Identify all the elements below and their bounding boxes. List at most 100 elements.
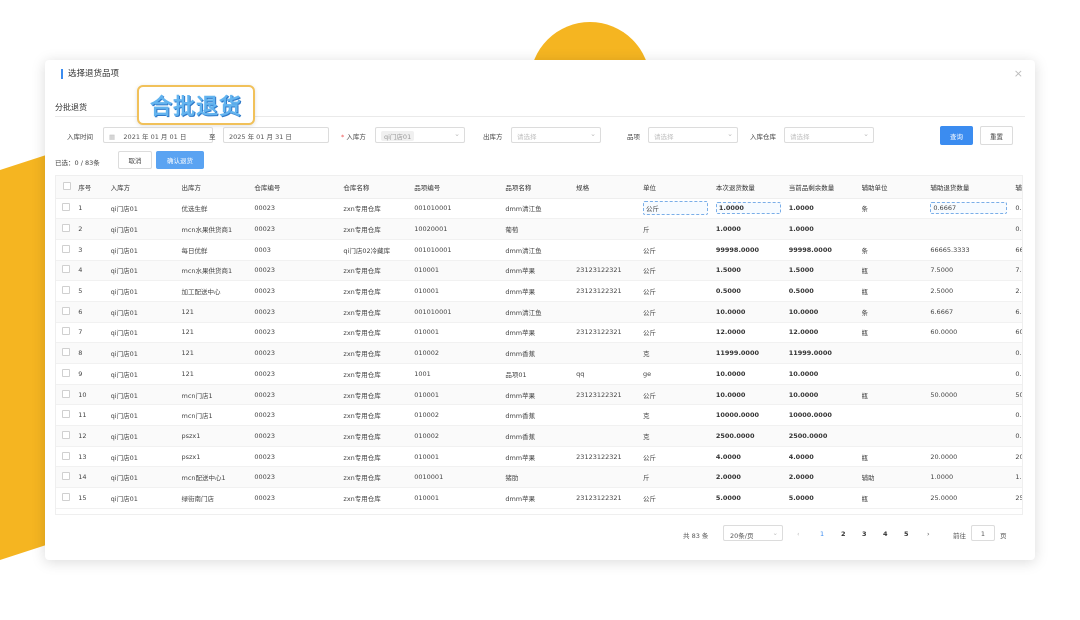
table-row[interactable]: 7 qi门店01 121 00023 zxn专用仓库 010001 dmm苹果 2312312… xyxy=(56,322,1022,344)
page-size-select[interactable]: 20条/页 ⌄ xyxy=(723,525,783,541)
table-row[interactable]: 15 qi门店01 绿街南门店 00023 zxn专用仓库 010001 dmm苹果 2312… xyxy=(56,487,1022,509)
warehouse-select[interactable]: 请选择 ⌄ xyxy=(784,127,874,143)
table-cell: 010001 xyxy=(414,280,506,302)
row-checkbox[interactable] xyxy=(56,404,79,427)
table-row[interactable]: 8 qi门店01 121 00023 zxn专用仓库 010002 dmm香蕉克 11999.… xyxy=(56,342,1022,364)
table-cell: zxn专用仓库 xyxy=(343,425,415,447)
table-row[interactable]: 1 qi门店01 优选生鲜 00023 zxn专用仓库 001010001 dmm清江鱼 公斤… xyxy=(56,198,1022,220)
row-checkbox[interactable] xyxy=(56,218,79,240)
row-checkbox[interactable] xyxy=(56,239,79,261)
table-cell: 0003 xyxy=(254,239,344,261)
out-party-select[interactable]: 请选择 ⌄ xyxy=(511,127,601,143)
table-row[interactable]: 2 qi门店01 mcn水果供货商1 00023 zxn专用仓库 10020001 葡萄斤 1… xyxy=(56,218,1022,240)
table-cell[interactable]: 0.6667 xyxy=(930,198,1016,220)
table-cell: 11999.0000 xyxy=(788,342,862,364)
col-header: 辅助退货数量 xyxy=(930,176,1016,199)
table-row[interactable]: 11 qi门店01 mcn门店1 00023 zxn专用仓库 010002 dmm香蕉克 10… xyxy=(56,404,1022,427)
date-start-input[interactable]: ▦ 2021 年 01 月 01 日 xyxy=(103,127,213,143)
table-cell: 00023 xyxy=(254,280,344,302)
tab-batch-return[interactable]: 分批退货 xyxy=(55,102,87,113)
table-cell: mcn水果供货商1 xyxy=(181,260,255,282)
table-cell: 8 xyxy=(78,342,111,364)
table-row[interactable]: 9 qi门店01 121 00023 zxn专用仓库 1001 品项01 qq ge 10.000… xyxy=(56,363,1022,385)
prev-page-button[interactable]: ‹ xyxy=(797,530,800,538)
select-all-checkbox[interactable] xyxy=(56,176,79,199)
col-header: 当前品剩余数量 xyxy=(788,176,862,199)
next-page-button[interactable]: › xyxy=(927,530,930,538)
goto-page-input[interactable]: 1 xyxy=(971,525,995,541)
table-cell: 3 xyxy=(78,239,111,261)
cancel-button[interactable]: 取消 xyxy=(118,151,152,169)
table-row[interactable]: 3 qi门店01 每日优鲜 0003 qi门店02冷藏库 001010001 dmm清江鱼 公… xyxy=(56,239,1022,261)
table-cell: 优选生鲜 xyxy=(181,198,255,220)
confirm-return-button[interactable]: 确认退货 xyxy=(156,151,204,169)
table-row[interactable]: 6 qi门店01 121 00023 zxn专用仓库 001010001 dmm清江鱼 公斤 1… xyxy=(56,301,1022,323)
row-checkbox[interactable] xyxy=(56,425,79,447)
close-icon[interactable]: × xyxy=(1014,67,1023,80)
row-checkbox[interactable] xyxy=(56,322,79,344)
table-row[interactable]: 4 qi门店01 mcn水果供货商1 00023 zxn专用仓库 010001 dmm苹果 2… xyxy=(56,260,1022,282)
query-button[interactable]: 查询 xyxy=(940,126,973,145)
table-row[interactable]: 12 qi门店01 pszx1 00023 zxn专用仓库 010002 dmm香蕉克 250… xyxy=(56,425,1022,447)
table-cell: 13 xyxy=(78,446,111,468)
table-cell: dmm苹果 xyxy=(505,487,577,509)
table-cell: 010002 xyxy=(414,342,506,364)
table-cell: 20.0000 xyxy=(930,446,1016,468)
page-4[interactable]: 4 xyxy=(883,530,888,538)
table-cell[interactable]: 1.0000 xyxy=(715,198,789,220)
table-cell: zxn专用仓库 xyxy=(343,487,415,509)
row-checkbox[interactable] xyxy=(56,487,79,509)
item-select[interactable]: 请选择 ⌄ xyxy=(648,127,738,143)
table-cell: dmm苹果 xyxy=(505,280,577,302)
table-cell: 00023 xyxy=(254,425,344,447)
table-cell: 14 xyxy=(78,466,111,489)
chevron-down-icon: ⌄ xyxy=(863,130,869,138)
table-cell: 0010001 xyxy=(414,466,506,489)
row-checkbox[interactable] xyxy=(56,384,79,406)
row-checkbox[interactable] xyxy=(56,466,79,489)
row-checkbox[interactable] xyxy=(56,280,79,302)
row-checkbox[interactable] xyxy=(56,260,79,282)
table-cell: 条 xyxy=(861,301,931,323)
page-2[interactable]: 2 xyxy=(841,530,846,538)
date-end-input[interactable]: 2025 年 01 月 31 日 xyxy=(223,127,329,143)
page-3[interactable]: 3 xyxy=(862,530,867,538)
table-row[interactable]: 14 qi门店01 mcn配送中心1 00023 zxn专用仓库 0010001 猪肋斤 2.… xyxy=(56,466,1022,489)
table-cell: 5.0000 xyxy=(715,487,789,509)
table-cell: mcn水果供货商1 xyxy=(181,218,255,240)
goto-label: 前往 xyxy=(953,532,966,540)
editable-cell-input[interactable]: 公斤 xyxy=(642,201,709,216)
row-checkbox[interactable] xyxy=(56,446,79,468)
table-cell: dmm苹果 xyxy=(505,384,577,406)
row-checkbox[interactable] xyxy=(56,198,79,220)
table-cell[interactable]: 公斤 xyxy=(642,198,716,220)
reset-button[interactable]: 重置 xyxy=(980,126,1013,145)
table-cell: 瓶 xyxy=(861,280,931,302)
table-row[interactable]: 10 qi门店01 mcn门店1 00023 zxn专用仓库 010001 dmm苹果 231… xyxy=(56,384,1022,406)
in-party-select[interactable]: qi门店01 ⌄ xyxy=(375,127,465,143)
table-cell: 50.0000 xyxy=(930,384,1016,406)
table-cell: 瓶 xyxy=(861,446,931,468)
table-cell: 23123122321 xyxy=(576,384,643,406)
table-cell: 1.5000 xyxy=(715,260,789,282)
row-checkbox[interactable] xyxy=(56,301,79,323)
chevron-down-icon: ⌄ xyxy=(727,130,733,138)
select-return-items-modal: 选择退货品项 × 分批退货 合批退货 入库时间 ▦ 2021 年 01 月 01… xyxy=(45,60,1035,560)
table-row[interactable]: 13 qi门店01 pszx1 00023 zxn专用仓库 010001 dmm苹果 2312… xyxy=(56,446,1022,468)
editable-cell-input[interactable]: 0.6667 xyxy=(930,202,1007,215)
table-cell: zxn专用仓库 xyxy=(343,301,415,323)
table-cell: zxn专用仓库 xyxy=(343,198,415,220)
col-header: 品项编号 xyxy=(414,176,506,199)
table-cell: 辅助 xyxy=(861,466,931,489)
page-5[interactable]: 5 xyxy=(904,530,909,538)
page-1[interactable]: 1 xyxy=(820,530,824,538)
table-cell xyxy=(576,301,643,323)
date-end-value: 2025 年 01 月 31 日 xyxy=(229,133,292,141)
table-cell: 0.0( xyxy=(1015,342,1022,364)
editable-cell-input[interactable]: 1.0000 xyxy=(715,202,782,215)
table-cell: 克 xyxy=(642,404,716,427)
row-checkbox[interactable] xyxy=(56,363,79,385)
row-checkbox[interactable] xyxy=(56,342,79,364)
table-cell: 15 xyxy=(78,487,111,509)
table-row[interactable]: 5 qi门店01 加工配送中心 00023 zxn专用仓库 010001 dmm苹果 2312… xyxy=(56,280,1022,302)
